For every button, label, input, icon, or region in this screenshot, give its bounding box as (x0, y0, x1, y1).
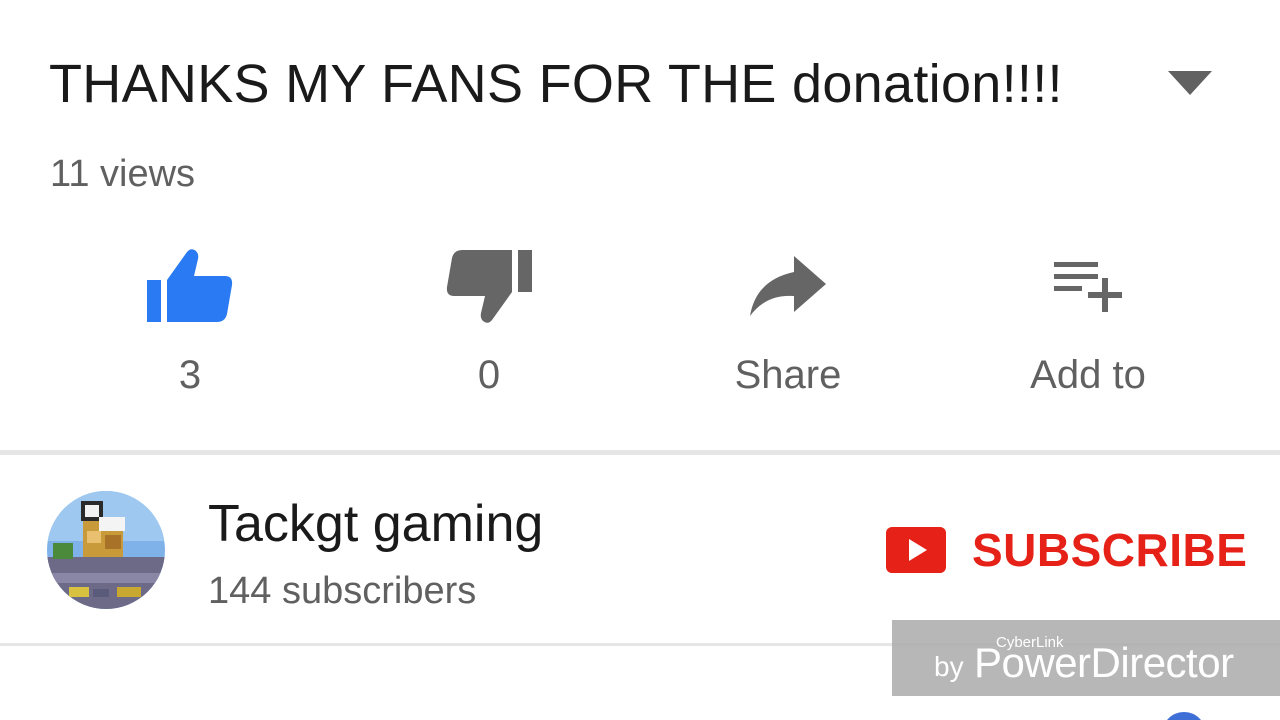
add-to-playlist-button[interactable]: Add to (978, 240, 1198, 410)
youtube-play-icon (886, 527, 946, 573)
video-title: THANKS MY FANS FOR THE donation!!!! (49, 54, 1063, 114)
watermark-product: PowerDirector (974, 639, 1234, 686)
floating-action-button[interactable] (1162, 712, 1206, 720)
like-button[interactable]: 3 (80, 240, 300, 410)
like-count: 3 (178, 353, 202, 397)
subscribe-label: SUBSCRIBE (972, 524, 1248, 576)
thumb-up-icon (140, 240, 240, 332)
add-to-label: Add to (1030, 353, 1146, 397)
subscribe-button[interactable]: SUBSCRIBE (880, 518, 1247, 582)
expand-description-button[interactable] (1160, 62, 1220, 106)
dislike-button[interactable]: 0 (379, 240, 599, 410)
thumb-down-icon (439, 240, 539, 332)
share-button[interactable]: Share (678, 240, 898, 410)
channel-name[interactable]: Tackgt gaming (208, 493, 543, 555)
watermark-by: by (934, 651, 964, 682)
playlist-add-icon (1038, 240, 1138, 332)
subscriber-count: 144 subscribers (208, 570, 477, 612)
share-label: Share (734, 353, 842, 397)
view-count: 11 views (50, 153, 196, 195)
share-arrow-icon (738, 240, 838, 332)
powerdirector-watermark: CyberLink by PowerDirector (892, 620, 1280, 696)
channel-avatar[interactable] (47, 491, 165, 609)
section-divider (0, 450, 1280, 455)
caret-down-icon (1168, 71, 1212, 95)
dislike-count: 0 (477, 353, 501, 397)
video-info-page: THANKS MY FANS FOR THE donation!!!! 11 v… (0, 0, 1280, 720)
